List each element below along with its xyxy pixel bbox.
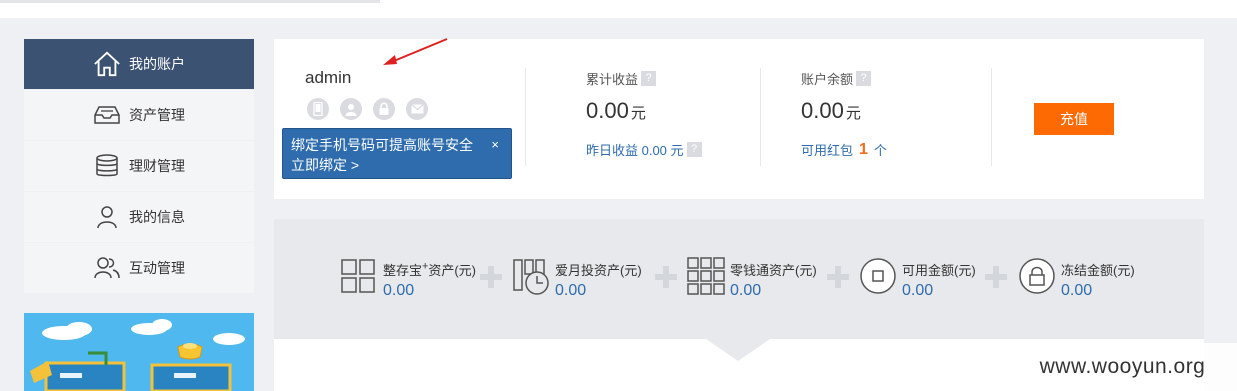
divider (991, 68, 992, 166)
tooltip-close-button[interactable]: × (491, 135, 499, 155)
username: admin (305, 68, 352, 87)
plus-icon (827, 266, 849, 288)
sidebar-item-asset-management[interactable]: 资产管理 (24, 90, 254, 140)
asset-card-available[interactable]: 可用金额(元) 0.00 (859, 257, 976, 300)
bind-now-link[interactable]: 立即绑定 > (291, 155, 503, 175)
lock-icon[interactable] (373, 98, 395, 120)
plus-icon (480, 266, 502, 288)
sidebar-item-interaction-management[interactable]: 互动管理 (24, 243, 254, 293)
asset-label: 可用金额(元) (902, 263, 976, 278)
stat-account-balance: 账户余额 ? 0.00 元 可用红包 1 个 (801, 69, 887, 159)
sidebar-item-my-account[interactable]: 我的账户 (24, 39, 254, 89)
red-packet-link[interactable]: 可用红包 1 个 (801, 140, 887, 159)
stat-title: 账户余额 (801, 72, 854, 87)
promo-banner[interactable] (24, 313, 254, 391)
help-icon[interactable]: ? (641, 71, 657, 86)
person-icon[interactable] (340, 98, 362, 120)
sidebar-item-finance-management[interactable]: 理财管理 (24, 141, 254, 191)
sidebar-item-label: 我的账户 (129, 56, 185, 72)
asset-label: 冻结金额(元) (1061, 263, 1135, 278)
asset-value: 0.00 (730, 282, 762, 299)
recharge-button[interactable]: 充值 (1034, 103, 1114, 135)
stat-value: 0.00 (586, 98, 629, 123)
red-arrow-annotation (383, 38, 448, 65)
divider (525, 68, 526, 166)
user-icon (93, 203, 121, 231)
sidebar-item-label: 我的信息 (129, 209, 185, 225)
asset-card-frozen[interactable]: 冻结金额(元) 0.00 (1018, 257, 1135, 300)
asset-label-main: 整存宝 (383, 263, 423, 278)
inbox-icon (93, 101, 121, 129)
top-bar-shade (0, 0, 380, 3)
stat-title: 累计收益 (586, 72, 639, 87)
home-icon (93, 50, 121, 78)
plus-icon (655, 266, 677, 288)
database-icon (93, 152, 121, 180)
sidebar: 我的账户 资产管理 理财管理 我的信息 互动管理 (24, 39, 254, 294)
tooltip-message: 绑定手机号码可提高账号安全 (291, 137, 473, 153)
phone-icon[interactable] (307, 98, 329, 120)
sidebar-item-my-info[interactable]: 我的信息 (24, 192, 254, 242)
help-icon[interactable]: ? (856, 71, 872, 86)
bind-phone-tooltip: 绑定手机号码可提高账号安全 立即绑定 > × (282, 128, 512, 179)
red-packet-unit: 个 (873, 143, 887, 158)
asset-value: 0.00 (1061, 282, 1093, 299)
stat-unit: 元 (630, 105, 646, 122)
sidebar-item-label: 理财管理 (129, 158, 185, 174)
divider (760, 68, 761, 166)
calendar-clock-icon (513, 259, 549, 295)
asset-label-tail: 资产(元) (428, 263, 477, 278)
sidebar-item-label: 资产管理 (129, 107, 185, 123)
asset-value: 0.00 (383, 282, 415, 299)
yesterday-earnings-link[interactable]: 昨日收益 0.00 元 (586, 140, 684, 159)
watermark: www.wooyun.org (1008, 343, 1237, 391)
help-icon[interactable]: ? (686, 142, 702, 157)
red-packet-label: 可用红包 (801, 143, 854, 158)
asset-value: 0.00 (555, 282, 587, 299)
stat-total-earnings: 累计收益 ? 0.00 元 昨日收益 0.00 元 ? (586, 69, 702, 159)
account-panel: admin 绑定手机号码可提高账号安全 立即绑定 > × 累计收益 ? 0.00… (274, 38, 1204, 199)
promo-banner-art (24, 313, 254, 391)
asset-card-aiyuetou[interactable]: 爱月投资产(元) 0.00 (512, 257, 642, 300)
red-packet-count: 1 (859, 140, 868, 158)
asset-label: 零钱通资产(元) (730, 263, 817, 278)
security-icons (307, 98, 428, 120)
stat-unit: 元 (845, 105, 861, 122)
mail-icon[interactable] (406, 98, 428, 120)
asset-card-lingqiantong[interactable]: 零钱通资产(元) 0.00 (687, 257, 817, 300)
lock-circle-icon (1019, 258, 1055, 294)
stat-value: 0.00 (801, 98, 844, 123)
grid-2x2-icon (341, 259, 375, 293)
plus-icon (985, 266, 1007, 288)
top-bar (0, 0, 1237, 18)
asset-label: 爱月投资产(元) (555, 263, 642, 278)
circle-square-icon (860, 258, 896, 294)
users-icon (93, 254, 121, 282)
grid-3x3-icon (687, 257, 725, 295)
asset-label: 整存宝+资产(元) (383, 260, 476, 279)
asset-card-zhengcunbao[interactable]: 整存宝+资产(元) 0.00 (340, 257, 476, 300)
panel-notch (706, 339, 770, 361)
sidebar-item-label: 互动管理 (129, 260, 185, 276)
asset-value: 0.00 (902, 282, 934, 299)
